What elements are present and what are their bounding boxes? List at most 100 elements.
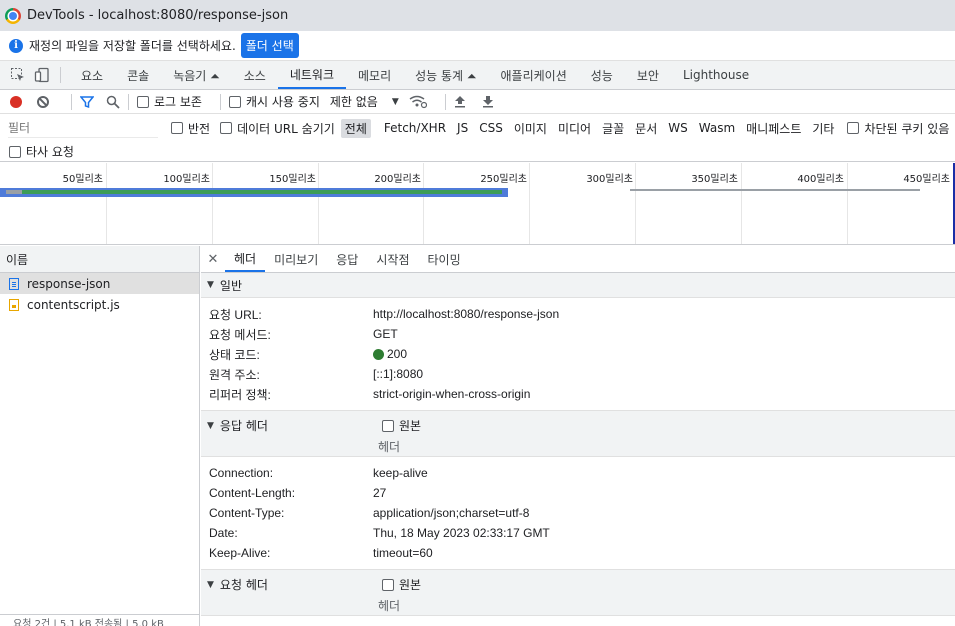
filter-type-img[interactable]: 이미지 bbox=[510, 119, 551, 138]
clear-icon[interactable] bbox=[37, 95, 49, 108]
tab-performance[interactable]: 성능 bbox=[579, 61, 625, 89]
toolbar-divider bbox=[128, 93, 129, 110]
third-party-checkbox[interactable]: 타사 요청 bbox=[9, 143, 74, 160]
tab-application[interactable]: 애플리케이션 bbox=[489, 61, 579, 89]
timeline-gridline bbox=[423, 163, 424, 244]
export-har-icon[interactable] bbox=[482, 95, 494, 108]
window-title: DevTools - localhost:8080/response-json bbox=[27, 8, 289, 23]
triangle-down-icon: ▼ bbox=[207, 280, 214, 290]
filter-type-manifest[interactable]: 매니페스트 bbox=[742, 119, 805, 138]
response-headers-section-header[interactable]: ▼ 응답 헤더 원본 헤더 bbox=[201, 411, 955, 457]
timeline-tick-label: 450밀리초 bbox=[903, 174, 950, 185]
devtools-tabbar: 요소 콘솔 녹음기 ⏶ 소스 네트워크 메모리 성능 통계 ⏶ 애플리케이션 성… bbox=[0, 61, 955, 90]
header-row: Keep-Alive: timeout=60 bbox=[209, 546, 433, 560]
timeline-tick-label: 400밀리초 bbox=[797, 174, 844, 185]
filter-type-font[interactable]: 글꼴 bbox=[598, 119, 628, 138]
hide-data-urls-checkbox[interactable]: 데이터 URL 숨기기 bbox=[220, 120, 335, 137]
filter-type-js[interactable]: JS bbox=[453, 120, 472, 136]
network-toolbar: 로그 보존 캐시 사용 중지 제한 없음 ▼ bbox=[0, 90, 955, 114]
third-party-row: 타사 요청 bbox=[0, 142, 955, 162]
detail-tab-preview[interactable]: 미리보기 bbox=[265, 246, 327, 272]
tab-recorder[interactable]: 녹음기 ⏶ bbox=[161, 61, 232, 89]
request-row[interactable]: response-json bbox=[0, 273, 199, 294]
select-folder-button[interactable]: 폴더 선택 bbox=[240, 33, 299, 58]
requests-list: 이름 response-json contentscript.js 요청 2건 … bbox=[0, 246, 200, 626]
inspect-element-icon[interactable] bbox=[8, 61, 28, 89]
filter-type-all[interactable]: 전체 bbox=[340, 118, 371, 138]
timeline-tick-label: 200밀리초 bbox=[374, 174, 421, 185]
name-column-header[interactable]: 이름 bbox=[0, 246, 199, 273]
device-toolbar-icon[interactable] bbox=[32, 61, 52, 89]
tab-elements[interactable]: 요소 bbox=[69, 61, 115, 89]
request-headers-sublabel: 헤더 bbox=[378, 599, 401, 613]
filter-icon[interactable] bbox=[80, 95, 94, 109]
preserve-log-checkbox[interactable]: 로그 보존 bbox=[137, 93, 202, 110]
detail-tab-response[interactable]: 응답 bbox=[327, 246, 367, 272]
filter-type-other[interactable]: 기타 bbox=[808, 119, 838, 138]
tab-security[interactable]: 보안 bbox=[625, 61, 671, 89]
toolbar-divider bbox=[71, 93, 72, 110]
record-icon[interactable] bbox=[10, 95, 22, 108]
infobar-message: 재정의 파일을 저장할 폴더를 선택하세요. bbox=[29, 39, 236, 53]
timeline-tick-label: 250밀리초 bbox=[480, 174, 527, 185]
tab-network[interactable]: 네트워크 bbox=[277, 61, 346, 89]
filter-type-ws[interactable]: WS bbox=[664, 120, 691, 136]
network-conditions-icon[interactable] bbox=[409, 95, 427, 109]
general-section-header[interactable]: ▼ 일반 bbox=[201, 273, 955, 298]
script-icon bbox=[9, 298, 19, 311]
override-infobar: i 재정의 파일을 저장할 폴더를 선택하세요. 폴더 선택 bbox=[0, 31, 955, 61]
tabbar-divider bbox=[60, 67, 61, 83]
request-details: ✕ 헤더 미리보기 응답 시작점 타이밍 ▼ 일반 요청 URL: http://… bbox=[201, 246, 955, 626]
tab-lighthouse[interactable]: Lighthouse bbox=[671, 61, 761, 89]
tab-performance-insights[interactable]: 성능 통계 ⏶ bbox=[403, 61, 488, 89]
timeline-gridline bbox=[106, 163, 107, 244]
request-headers-section-header[interactable]: ▼ 요청 헤더 원본 헤더 bbox=[201, 570, 955, 616]
detail-tabbar: ✕ 헤더 미리보기 응답 시작점 타이밍 bbox=[201, 246, 955, 273]
tab-sources[interactable]: 소스 bbox=[232, 61, 278, 89]
timeline-gridline bbox=[212, 163, 213, 244]
detail-tab-initiator[interactable]: 시작점 bbox=[367, 246, 418, 272]
blocked-cookies-checkbox[interactable]: 차단된 쿠키 있음 bbox=[847, 120, 949, 137]
close-icon[interactable]: ✕ bbox=[201, 246, 225, 272]
filter-input[interactable] bbox=[8, 118, 158, 138]
header-row: Connection: keep-alive bbox=[209, 466, 428, 480]
filter-type-doc[interactable]: 문서 bbox=[631, 119, 661, 138]
detail-tab-timing[interactable]: 타이밍 bbox=[418, 246, 469, 272]
triangle-down-icon: ▼ bbox=[207, 420, 214, 431]
invert-checkbox[interactable]: 반전 bbox=[171, 120, 210, 137]
header-row: 요청 메서드: GET bbox=[209, 327, 398, 342]
timeline-request-line bbox=[630, 189, 920, 191]
triangle-down-icon: ▼ bbox=[207, 579, 214, 590]
filter-type-fetch-xhr[interactable]: Fetch/XHR bbox=[380, 120, 450, 136]
timeline-gridline bbox=[847, 163, 848, 244]
search-icon[interactable] bbox=[106, 95, 120, 109]
header-row: Content-Length: 27 bbox=[209, 486, 387, 500]
request-raw-checkbox[interactable]: 원본 bbox=[382, 576, 421, 593]
detail-tab-headers[interactable]: 헤더 bbox=[225, 246, 266, 272]
chevron-down-icon: ▼ bbox=[391, 96, 399, 107]
filter-type-wasm[interactable]: Wasm bbox=[695, 120, 739, 136]
timeline-overview[interactable]: 50밀리초 100밀리초 150밀리초 200밀리초 250밀리초 300밀리초… bbox=[0, 163, 955, 245]
timeline-request-waiting bbox=[6, 190, 22, 194]
response-raw-checkbox[interactable]: 원본 bbox=[382, 417, 421, 434]
request-name: response-json bbox=[27, 276, 111, 291]
chrome-logo-icon bbox=[5, 7, 21, 24]
filter-type-media[interactable]: 미디어 bbox=[554, 119, 595, 138]
filter-type-css[interactable]: CSS bbox=[475, 120, 507, 136]
tab-console[interactable]: 콘솔 bbox=[115, 61, 161, 89]
response-headers-sublabel: 헤더 bbox=[378, 440, 401, 454]
throttling-select[interactable]: 제한 없음 ▼ bbox=[330, 93, 399, 110]
timeline-gridline bbox=[318, 163, 319, 244]
disable-cache-checkbox[interactable]: 캐시 사용 중지 bbox=[228, 93, 320, 110]
timeline-tick-label: 300밀리초 bbox=[586, 174, 633, 185]
requests-summary: 요청 2건 | 5.1 kB 전송됨 | 5.0 kB bbox=[0, 614, 199, 626]
header-row: 리퍼러 정책: strict-origin-when-cross-origin bbox=[209, 387, 531, 402]
timeline-tick-label: 100밀리초 bbox=[163, 174, 210, 185]
header-row: Content-Type: application/json;charset=ut… bbox=[209, 506, 530, 520]
header-row: 상태 코드: 200 bbox=[209, 347, 408, 362]
import-har-icon[interactable] bbox=[454, 95, 466, 108]
tab-memory[interactable]: 메모리 bbox=[346, 61, 403, 89]
request-name: contentscript.js bbox=[27, 297, 120, 312]
filter-bar: 반전 데이터 URL 숨기기 전체 Fetch/XHR JS CSS 이미지 미… bbox=[0, 114, 955, 142]
request-row[interactable]: contentscript.js bbox=[0, 294, 199, 315]
